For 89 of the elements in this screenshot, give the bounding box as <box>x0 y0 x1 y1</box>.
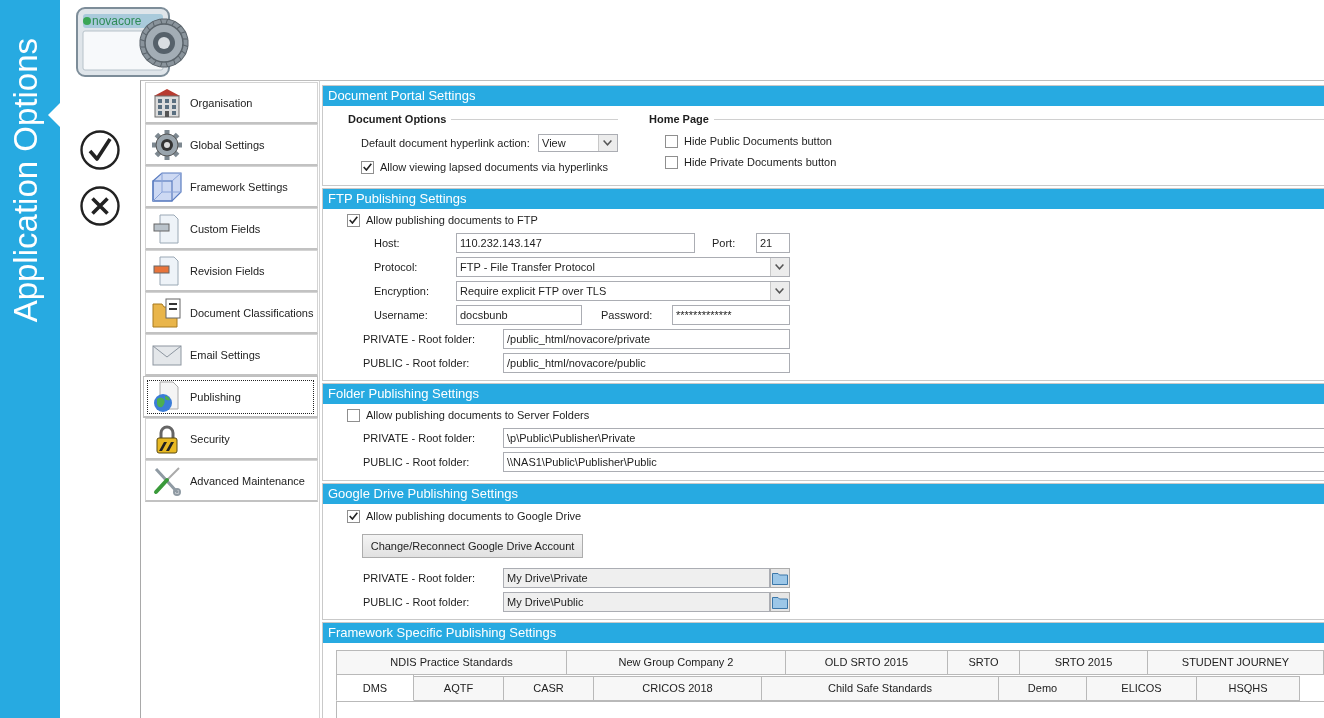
cube-icon <box>151 170 183 203</box>
checkbox-label: Hide Private Documents button <box>684 156 837 168</box>
dropdown[interactable]: Require explicit FTP over TLS <box>456 281 790 301</box>
field-label: PRIVATE - Root folder: <box>363 333 477 345</box>
checkbox-label: Allow publishing documents to Server Folders <box>366 409 590 421</box>
tab[interactable]: CRICOS 2018 <box>594 676 762 701</box>
field-label: Default document hyperlink action: <box>361 137 531 149</box>
checkmark-icon <box>349 216 358 224</box>
field-label: PRIVATE - Root folder: <box>363 432 477 444</box>
reconnect-button[interactable]: Change/Reconnect Google Drive Account <box>362 534 583 558</box>
checkbox-label: Allow publishing documents to FTP <box>366 214 538 226</box>
tab[interactable]: Child Safe Standards <box>762 676 999 701</box>
chevron-down-icon <box>775 288 784 294</box>
nav-item[interactable]: Security <box>145 418 318 460</box>
section-header: Framework Specific Publishing Settings <box>323 623 1324 643</box>
nav-item[interactable]: Organisation <box>145 82 318 124</box>
nav-item[interactable]: Global Settings <box>145 124 318 166</box>
section-header: Folder Publishing Settings <box>323 384 1324 404</box>
dropdown[interactable]: FTP - File Transfer Protocol <box>456 257 790 277</box>
gear-icon <box>151 128 183 161</box>
browse-button[interactable] <box>770 568 790 588</box>
checkbox-label: Hide Public Documents button <box>684 135 832 147</box>
tab[interactable]: Demo <box>999 676 1087 701</box>
checkbox-label: Allow viewing lapsed documents via hyperlinks <box>380 161 609 173</box>
field-label: PUBLIC - Root folder: <box>363 596 471 608</box>
check-circle-icon[interactable] <box>80 130 120 170</box>
checkbox[interactable] <box>361 160 374 174</box>
group-heading: Document Options <box>348 113 447 125</box>
tab[interactable]: CASR <box>504 676 594 701</box>
tab[interactable]: ELICOS <box>1087 676 1197 701</box>
checkbox[interactable] <box>665 155 678 169</box>
close-circle-icon[interactable] <box>80 186 120 226</box>
sidebar-title: Application Options <box>9 38 43 323</box>
tab[interactable]: SRTO 2015 <box>1020 650 1148 675</box>
text-field[interactable]: My Drive\Public <box>503 592 770 612</box>
text-field[interactable]: docsbunb <box>456 305 582 325</box>
tab[interactable]: SRTO <box>948 650 1020 675</box>
tab[interactable]: HSQHS <box>1197 676 1300 701</box>
browse-button[interactable] <box>770 592 790 612</box>
nav-item[interactable]: Document Classifications <box>145 292 318 334</box>
group-heading: Home Page <box>649 113 709 125</box>
nav-item[interactable]: Email Settings <box>145 334 318 376</box>
tab[interactable]: AQTF <box>414 676 504 701</box>
building-icon <box>151 86 183 119</box>
text-field[interactable]: 110.232.143.147 <box>456 233 695 253</box>
checkbox-label: Allow publishing documents to Google Drive <box>366 510 582 522</box>
text-field[interactable]: \\NAS1\Public\Publisher\Public <box>503 452 1324 472</box>
field-label: Encryption: <box>374 285 431 297</box>
field-label: Password: <box>601 309 654 321</box>
nav-item[interactable]: Framework Settings <box>145 166 318 208</box>
chevron-down-icon <box>603 140 612 146</box>
tab[interactable]: DMS <box>336 674 414 701</box>
field-label: Protocol: <box>374 261 419 273</box>
tab[interactable]: NDIS Practice Standards <box>336 650 567 675</box>
folder-icon <box>772 595 788 609</box>
folder-icon <box>772 571 788 585</box>
password-field[interactable]: ************* <box>672 305 790 325</box>
text-field[interactable]: /public_html/novacore/public <box>503 353 790 373</box>
checkbox[interactable] <box>665 134 678 148</box>
dropdown[interactable]: View <box>538 134 618 152</box>
section-header: FTP Publishing Settings <box>323 189 1324 209</box>
checkbox[interactable] <box>347 213 360 227</box>
field-label: Host: <box>374 237 401 249</box>
nav-item[interactable]: Revision Fields <box>145 250 318 292</box>
tools-icon <box>151 464 183 497</box>
checkmark-icon <box>363 163 372 171</box>
field-label: PUBLIC - Root folder: <box>363 456 471 468</box>
nav-item[interactable]: Custom Fields <box>145 208 318 250</box>
tab[interactable]: STUDENT JOURNEY <box>1148 650 1324 675</box>
chevron-down-icon <box>775 264 784 270</box>
field-label: PRIVATE - Root folder: <box>363 572 477 584</box>
nav-item[interactable]: Advanced Maintenance <box>145 460 318 502</box>
checkbox[interactable] <box>347 509 360 523</box>
text-field[interactable]: \p\Public\Publisher\Private <box>503 428 1324 448</box>
field-label: Username: <box>374 309 429 321</box>
section-header: Google Drive Publishing Settings <box>323 484 1324 504</box>
field-label: PUBLIC - Root folder: <box>363 357 471 369</box>
nav-item[interactable]: Publishing <box>143 376 318 418</box>
field-label: Port: <box>712 237 737 249</box>
tab[interactable]: OLD SRTO 2015 <box>786 650 948 675</box>
checkbox[interactable] <box>347 408 360 422</box>
checkmark-icon <box>349 512 358 520</box>
pointer-notch <box>48 103 60 127</box>
section-header: Document Portal Settings <box>323 86 1324 106</box>
text-field[interactable]: My Drive\Private <box>503 568 770 588</box>
tab[interactable]: New Group Company 2 <box>567 650 786 675</box>
folder-icon <box>151 296 183 329</box>
text-field[interactable]: /public_html/novacore/private <box>503 329 790 349</box>
text-field[interactable]: 21 <box>756 233 790 253</box>
